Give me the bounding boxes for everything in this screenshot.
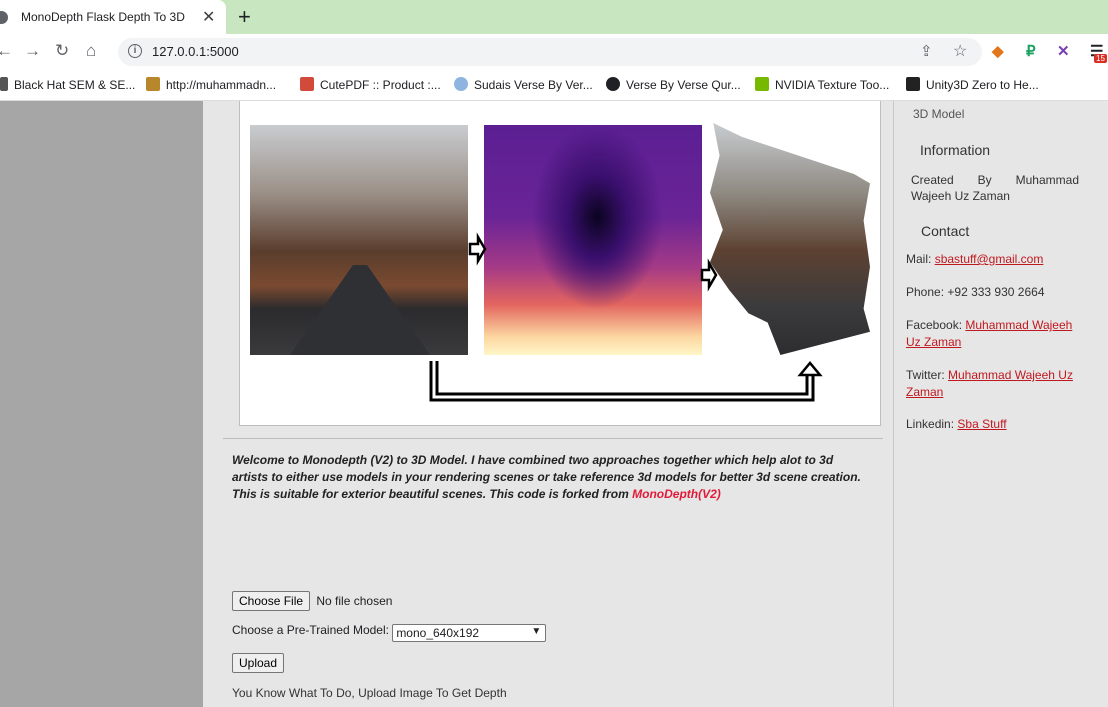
url-text[interactable]: 127.0.0.1:5000: [152, 44, 239, 59]
twitter-line: Twitter: Muhammad Wajeeh Uz Zaman: [906, 368, 1073, 399]
information-heading: Information: [920, 142, 991, 158]
arrow-right-icon: [468, 232, 487, 266]
bookmark-item[interactable]: http://muhammadn...: [146, 77, 276, 92]
sidebar: 3D Model Information Created By Muhammad…: [893, 101, 1108, 707]
globe-icon: [0, 11, 8, 24]
upload-button[interactable]: Upload: [232, 653, 285, 673]
model-select[interactable]: mono_640x192 ▼: [392, 624, 547, 642]
ruble-extension-icon[interactable]: ₽: [1026, 42, 1036, 60]
upload-row: Upload: [232, 653, 285, 673]
tab-close-icon[interactable]: ✕: [202, 7, 215, 27]
home-icon[interactable]: ⌂: [86, 41, 96, 61]
bookmark-item[interactable]: CutePDF :: Product :...: [300, 77, 441, 92]
mail-line: Mail: sbastuff@gmail.com: [906, 252, 1044, 266]
hint-text: You Know What To Do, Upload Image To Get…: [232, 686, 507, 700]
return-arrow-icon: [429, 361, 815, 402]
tab-title: MonoDepth Flask Depth To 3D: [21, 10, 185, 24]
tab-active[interactable]: MonoDepth Flask Depth To 3D ✕: [0, 0, 226, 34]
bookmark-item[interactable]: Verse By Verse Qur...: [606, 77, 741, 92]
mail-link[interactable]: sbastuff@gmail.com: [935, 252, 1044, 266]
pdf-icon: [300, 77, 314, 91]
arrow-right-icon: [700, 258, 718, 292]
choose-file-button[interactable]: Choose File: [232, 591, 311, 611]
intro-paragraph: Welcome to Monodepth (V2) to 3D Model. I…: [232, 453, 861, 501]
monodepth-link[interactable]: MonoDepth(V2): [632, 487, 721, 501]
share-icon[interactable]: ⇪: [920, 42, 933, 60]
tab-strip: MonoDepth Flask Depth To 3D ✕ +: [0, 0, 1108, 34]
created-by-text: Created By Muhammad Wajeeh Uz Zaman: [911, 173, 1079, 203]
model-row: Choose a Pre-Trained Model: mono_640x192…: [232, 623, 547, 642]
bookmark-icon: [146, 77, 160, 91]
browser-toolbar: ← → ↻ ⌂ i 127.0.0.1:5000 ⇪ ☆ ◆ ₽ ✕ ☰ 15: [0, 34, 1108, 70]
bookmark-icon: [454, 77, 468, 91]
main-panel: Welcome to Monodepth (V2) to 3D Model. I…: [203, 101, 893, 707]
address-bar[interactable]: i 127.0.0.1:5000 ⇪ ☆: [118, 38, 982, 66]
metamask-icon[interactable]: ◆: [992, 42, 1004, 60]
page-content: Welcome to Monodepth (V2) to 3D Model. I…: [0, 101, 1108, 707]
nvidia-icon: [755, 77, 769, 91]
bookmarks-bar: Black Hat SEM & SE... http://muhammadn..…: [0, 70, 1108, 101]
new-tab-button[interactable]: +: [238, 4, 251, 30]
extension-badge: 15: [1094, 54, 1107, 63]
site-info-icon[interactable]: i: [128, 44, 142, 58]
facebook-line: Facebook: Muhammad Wajeeh Uz Zaman: [906, 318, 1073, 349]
reload-icon[interactable]: ↻: [55, 41, 69, 61]
bookmark-item[interactable]: Black Hat SEM & SE...: [0, 77, 135, 92]
pipeline-arrows: [429, 232, 823, 402]
file-status: No file chosen: [316, 594, 393, 608]
bookmark-item[interactable]: NVIDIA Texture Too...: [755, 77, 889, 92]
forward-icon[interactable]: →: [24, 41, 41, 61]
bookmark-icon: [0, 77, 8, 91]
unity-icon: [906, 77, 920, 91]
divider: [223, 438, 883, 439]
model-label: Choose a Pre-Trained Model:: [232, 623, 389, 637]
chevron-down-icon: ▼: [531, 626, 542, 637]
file-input[interactable]: Choose File No file chosen: [232, 591, 392, 611]
pipeline-figure: [239, 101, 881, 426]
bookmark-star-icon[interactable]: ☆: [953, 41, 967, 61]
bookmark-item[interactable]: Unity3D Zero to He...: [906, 77, 1039, 92]
phone-line: Phone: +92 333 930 2664: [906, 285, 1045, 299]
bookmark-item[interactable]: Sudais Verse By Ver...: [454, 77, 593, 92]
extension-x-icon[interactable]: ✕: [1057, 42, 1070, 60]
back-icon[interactable]: ←: [0, 41, 13, 61]
linkedin-link[interactable]: Sba Stuff: [957, 417, 1006, 431]
globe-icon: [606, 77, 620, 91]
contact-heading: Contact: [921, 223, 970, 239]
sidebar-item-3d-model[interactable]: 3D Model: [913, 107, 964, 121]
model-selected-value: mono_640x192: [396, 626, 480, 640]
linkedin-line: Linkedin: Sba Stuff: [906, 417, 1007, 431]
